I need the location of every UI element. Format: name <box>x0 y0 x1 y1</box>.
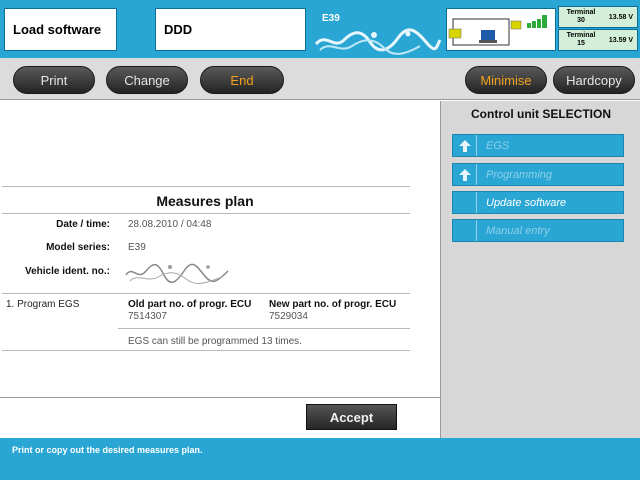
side-item-update-software[interactable]: Update software <box>452 191 624 214</box>
up-arrow-icon <box>453 164 477 185</box>
measures-plan-panel: Measures plan Date / time: 28.08.2010 / … <box>0 101 440 397</box>
print-button[interactable]: Print <box>13 66 95 94</box>
divider <box>2 213 410 214</box>
up-arrow-icon <box>453 135 477 156</box>
new-part-header: New part no. of progr. ECU <box>269 299 397 310</box>
side-item-manual-entry[interactable]: Manual entry <box>452 219 624 242</box>
end-button[interactable]: End <box>200 66 284 94</box>
program-step-label: 1. Program EGS <box>6 299 80 310</box>
vin-label: Vehicle ident. no.: <box>24 266 110 277</box>
old-part-header: Old part no. of progr. ECU <box>128 299 252 310</box>
model-label: E39 <box>322 13 340 24</box>
status-message: Print or copy out the desired measures p… <box>12 445 203 455</box>
programming-note: EGS can still be programmed 13 times. <box>128 336 302 347</box>
status-bar: Print or copy out the desired measures p… <box>0 438 640 480</box>
terminal-15-readout: Terminal 15 13.59 V <box>558 29 638 51</box>
blank-icon-slot <box>453 192 477 213</box>
app-title: Load software <box>4 8 117 51</box>
model-series-label: Model series: <box>46 242 110 253</box>
connection-status-panel <box>446 8 556 51</box>
date-label: Date / time: <box>56 219 110 230</box>
plan-title: Measures plan <box>156 193 254 209</box>
accept-button[interactable]: Accept <box>306 404 397 430</box>
side-item-label: EGS <box>486 140 510 152</box>
model-series-value: E39 <box>128 242 146 253</box>
side-item-label: Update software <box>486 197 567 209</box>
toolbar: Print Change End Minimise Hardcopy <box>0 58 640 100</box>
divider <box>2 186 410 187</box>
vin-obscured-icon <box>125 263 229 284</box>
blank-icon-slot <box>453 220 477 241</box>
device-name: DDD <box>155 8 306 51</box>
terminal-30-voltage: 13.58 V <box>608 14 633 21</box>
date-value: 28.08.2010 / 04:48 <box>128 219 212 230</box>
change-button[interactable]: Change <box>106 66 188 94</box>
hardcopy-button[interactable]: Hardcopy <box>553 66 635 94</box>
divider <box>2 350 410 351</box>
vehicle-connection-icon <box>448 15 547 46</box>
new-part-value: 7529034 <box>269 311 308 322</box>
divider <box>2 293 410 294</box>
minimise-button[interactable]: Minimise <box>465 66 547 94</box>
wave-logo-icon <box>314 28 442 55</box>
side-item-label: Programming <box>486 169 553 181</box>
terminal-30-label: Terminal 30 <box>566 9 596 24</box>
header-bar: Load software DDD E39 Terminal 30 13.58 … <box>0 0 640 58</box>
side-item-egs[interactable]: EGS <box>452 134 624 157</box>
side-panel-title: Control unit SELECTION <box>471 107 611 121</box>
terminal-15-label: Terminal 15 <box>566 32 596 47</box>
side-item-label: Manual entry <box>486 225 550 237</box>
side-item-programming[interactable]: Programming <box>452 163 624 186</box>
old-part-value: 7514307 <box>128 311 167 322</box>
terminal-30-readout: Terminal 30 13.58 V <box>558 6 638 28</box>
divider <box>118 328 410 329</box>
terminal-15-voltage: 13.59 V <box>608 37 633 44</box>
